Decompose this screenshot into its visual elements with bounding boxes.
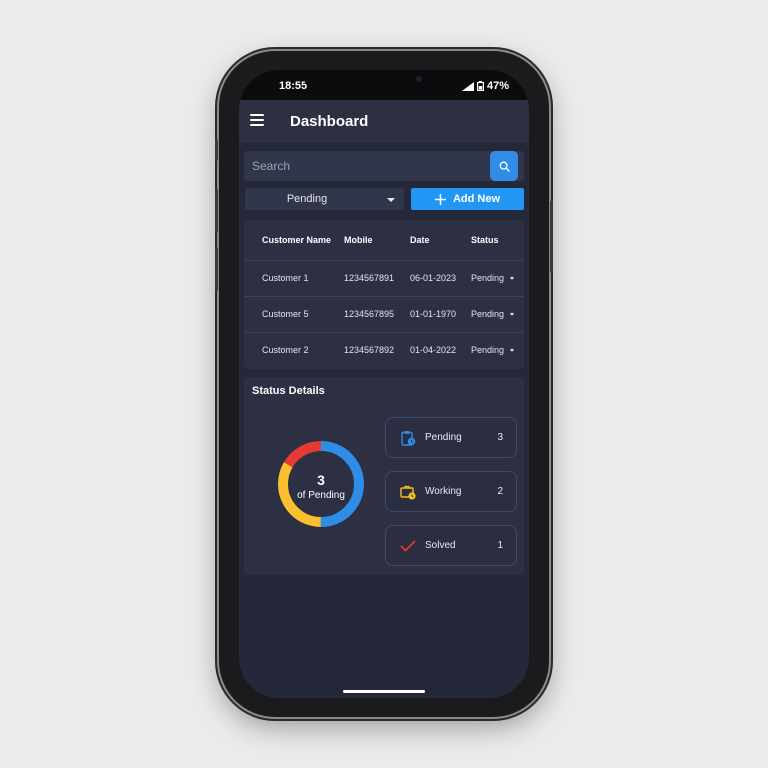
notch <box>304 70 464 94</box>
status-working-count: 2 <box>497 486 503 497</box>
cell-date: 06-01-2023 <box>410 273 457 283</box>
cell-status-dropdown[interactable]: Pending <box>471 273 515 283</box>
power-button <box>550 201 553 273</box>
search-button[interactable] <box>490 151 518 181</box>
add-new-label: Add New <box>452 193 501 205</box>
cell-mobile: 1234567892 <box>344 345 395 355</box>
status-details-title: Status Details <box>252 385 325 397</box>
search-icon <box>499 161 510 172</box>
cell-status-dropdown[interactable]: Pending <box>471 345 515 355</box>
volume-down-button <box>215 247 218 291</box>
table-row[interactable]: Customer 1 1234567891 06-01-2023 Pending <box>244 260 524 296</box>
app-bar: Dashboard <box>239 100 529 143</box>
checkmark-icon <box>400 540 416 552</box>
status-solved-card[interactable]: Solved 1 <box>385 525 517 566</box>
volume-up-button <box>215 189 218 233</box>
cell-status-dropdown[interactable]: Pending <box>471 309 515 319</box>
header-date: Date <box>410 235 430 245</box>
cell-status: Pending <box>471 345 505 355</box>
status-filter-dropdown[interactable]: Pending <box>245 188 404 210</box>
status-working-label: Working <box>425 486 462 497</box>
cell-date: 01-01-1970 <box>410 309 457 319</box>
status-filter-value: Pending <box>286 193 328 205</box>
status-pending-count: 3 <box>497 432 503 443</box>
add-new-button[interactable]: Add New <box>411 188 524 210</box>
signal-icon <box>461 81 474 91</box>
search-bar <box>244 151 524 181</box>
caret-down-icon <box>510 277 515 281</box>
silent-switch <box>215 139 218 161</box>
status-solved-count: 1 <box>497 540 503 551</box>
search-input[interactable] <box>244 151 484 181</box>
caret-down-icon <box>510 349 515 353</box>
donut-center-value: 3 <box>317 472 325 488</box>
cell-status: Pending <box>471 309 505 319</box>
cell-customer-name: Customer 1 <box>262 273 309 283</box>
cell-customer-name: Customer 2 <box>262 345 309 355</box>
status-time: 18:55 <box>279 80 308 92</box>
status-pending-card[interactable]: Pending 3 <box>385 417 517 458</box>
header-status: Status <box>471 235 499 245</box>
status-solved-label: Solved <box>425 540 456 551</box>
briefcase-clock-icon <box>400 485 416 500</box>
table-row[interactable]: Customer 5 1234567895 01-01-1970 Pending <box>244 296 524 332</box>
caret-down-icon <box>510 313 515 317</box>
page-title: Dashboard <box>290 113 369 130</box>
table-header-row: Customer Name Mobile Date Status <box>244 220 524 260</box>
cell-mobile: 1234567895 <box>344 309 395 319</box>
customer-table: Customer Name Mobile Date Status Custome… <box>244 220 524 369</box>
phone-screen: 18:55 47% Dashboard Search Pending Add N… <box>239 70 529 698</box>
header-customer-name: Customer Name <box>262 235 332 245</box>
donut-center-label: of Pending <box>297 490 345 501</box>
cell-mobile: 1234567891 <box>344 273 395 283</box>
battery-icon <box>476 81 484 91</box>
clipboard-clock-icon <box>401 431 416 446</box>
battery-percent: 47% <box>486 80 509 92</box>
header-mobile: Mobile <box>344 235 373 245</box>
chevron-down-icon <box>387 198 395 202</box>
status-right: 47% <box>461 80 509 92</box>
cell-status: Pending <box>471 273 505 283</box>
plus-icon <box>434 193 446 205</box>
front-camera <box>416 76 422 82</box>
menu-icon[interactable] <box>250 114 264 126</box>
status-details-card: Status Details 3 of Pending Pending 3 Wo… <box>244 377 524 575</box>
home-indicator[interactable] <box>343 690 425 693</box>
cell-date: 01-04-2022 <box>410 345 457 355</box>
cell-customer-name: Customer 5 <box>262 309 309 319</box>
status-working-card[interactable]: Working 2 <box>385 471 517 512</box>
table-row[interactable]: Customer 2 1234567892 01-04-2022 Pending <box>244 332 524 368</box>
status-pending-label: Pending <box>425 432 462 443</box>
